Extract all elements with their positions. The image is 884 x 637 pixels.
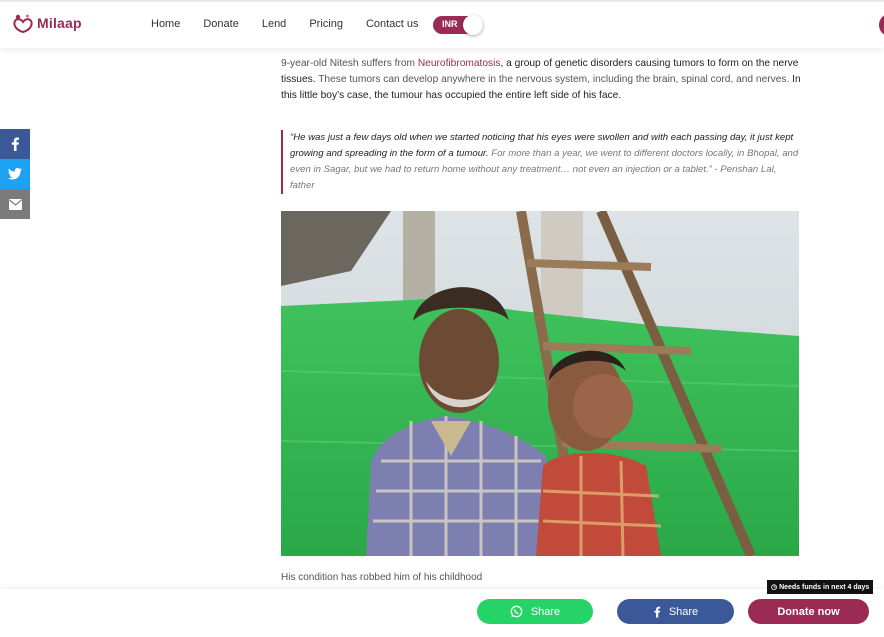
twitter-icon xyxy=(8,168,22,180)
milaap-logo-icon xyxy=(13,14,33,33)
intro-text-a: 9-year-old Nitesh suffers from xyxy=(281,58,418,69)
social-share-sidebar xyxy=(0,129,30,219)
whatsapp-icon xyxy=(510,605,523,618)
sidebar-twitter-button[interactable] xyxy=(0,159,30,189)
nav-lend[interactable]: Lend xyxy=(262,18,286,30)
intro-text-c: tissues. xyxy=(281,74,316,85)
nav-donate[interactable]: Donate xyxy=(203,18,238,30)
user-menu-button[interactable] xyxy=(879,14,884,36)
donate-now-button[interactable]: Donate now xyxy=(748,599,869,624)
nav-pricing[interactable]: Pricing xyxy=(309,18,343,30)
father-quote: “He was just a few days old when we star… xyxy=(281,130,801,194)
main-nav: Home Donate Lend Pricing Contact us xyxy=(151,18,442,30)
sticky-footer: Share Share Donate now xyxy=(0,589,884,637)
intro-text-d: These tumors can develop anywhere in the… xyxy=(315,74,793,85)
father-and-son-photo xyxy=(281,211,799,556)
whatsapp-share-button[interactable]: Share xyxy=(477,599,593,624)
nav-home[interactable]: Home xyxy=(151,18,180,30)
facebook-icon xyxy=(654,606,661,618)
toggle-knob xyxy=(463,15,483,35)
intro-text-b: , a group of genetic disorders causing t… xyxy=(500,58,799,69)
milaap-logo[interactable]: Milaap xyxy=(12,13,82,33)
sidebar-facebook-button[interactable] xyxy=(0,129,30,159)
whatsapp-share-label: Share xyxy=(530,605,561,618)
facebook-share-label: Share xyxy=(668,605,699,618)
story-photo xyxy=(281,211,799,556)
currency-toggle[interactable]: INR xyxy=(433,15,483,35)
needs-funds-text: Needs funds in next 4 days xyxy=(779,584,870,591)
neurofibromatosis-link[interactable]: Neurofibromatosis xyxy=(418,58,501,69)
top-header: Milaap Home Donate Lend Pricing Contact … xyxy=(0,0,884,48)
sidebar-email-button[interactable] xyxy=(0,189,30,219)
photo-caption: His condition has robbed him of his chil… xyxy=(281,572,483,583)
facebook-share-button[interactable]: Share xyxy=(617,599,734,624)
clock-icon: ◷ xyxy=(771,584,778,591)
story-content: 9-year-old Nitesh suffers from Neurofibr… xyxy=(281,56,801,194)
logo-text: Milaap xyxy=(37,15,82,31)
facebook-icon xyxy=(11,137,19,151)
story-intro: 9-year-old Nitesh suffers from Neurofibr… xyxy=(281,56,801,104)
needs-funds-badge: ◷ Needs funds in next 4 days xyxy=(767,580,874,594)
mail-icon xyxy=(8,198,22,210)
nav-contact-us[interactable]: Contact us xyxy=(366,18,419,30)
currency-label: INR xyxy=(442,19,458,29)
